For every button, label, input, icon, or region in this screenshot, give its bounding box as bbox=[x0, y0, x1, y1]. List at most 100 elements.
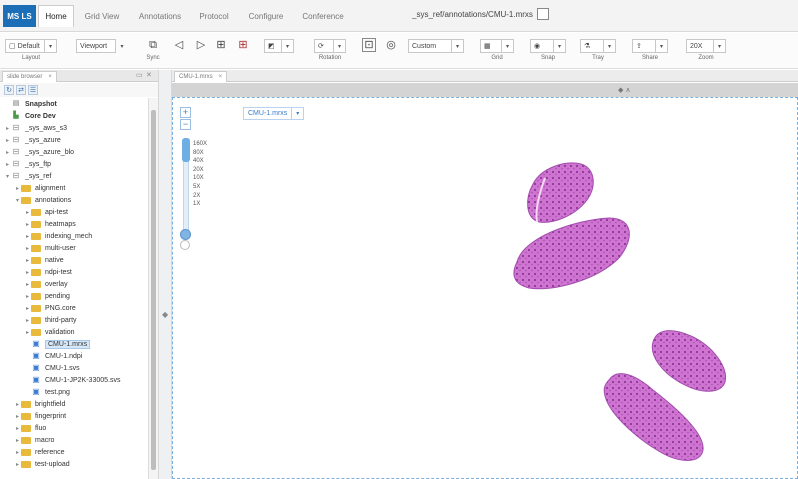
tree-item[interactable]: ▸ macro bbox=[0, 434, 148, 446]
grid-add-icon[interactable]: ⊞ bbox=[214, 38, 228, 52]
zoom-level-label[interactable]: 160X bbox=[193, 141, 207, 150]
tree-item[interactable]: ▸ ⊟ _sys_ftp bbox=[0, 158, 148, 170]
chevron-right-icon[interactable]: ▸ bbox=[14, 401, 21, 408]
tree-item[interactable]: ▸ heatmaps bbox=[0, 218, 148, 230]
panel-splitter[interactable]: ◆ bbox=[158, 70, 172, 479]
title-checkbox[interactable] bbox=[537, 8, 549, 20]
zoom-dropdown[interactable]: ▾ bbox=[714, 39, 726, 53]
tree-item[interactable]: ▸ fluo bbox=[0, 422, 148, 434]
tree-item[interactable]: ▤ Snapshot bbox=[0, 98, 148, 110]
zoom-level-label[interactable]: 40X bbox=[193, 158, 207, 167]
custom-select[interactable]: Custom bbox=[408, 39, 452, 53]
chevron-right-icon[interactable]: ▸ bbox=[24, 281, 31, 288]
tree-item[interactable]: ▸ validation bbox=[0, 326, 148, 338]
share-dropdown[interactable]: ▾ bbox=[656, 39, 668, 53]
slide-browser-tab[interactable]: slide browser × bbox=[2, 71, 57, 82]
chevron-right-icon[interactable]: ▸ bbox=[14, 461, 21, 468]
chevron-right-icon[interactable]: ▸ bbox=[4, 125, 11, 132]
zoom-level-label[interactable]: 10X bbox=[193, 175, 207, 184]
tree-item[interactable]: ▣ CMU-1-JP2K-33005.svs bbox=[0, 374, 148, 386]
layout-dropdown[interactable]: ▾ bbox=[45, 39, 57, 53]
layout-select[interactable]: ▢ Default bbox=[5, 39, 45, 53]
zoom-in-button[interactable]: + bbox=[180, 107, 191, 118]
slide-viewport[interactable]: CMU-1.mrxs ▾ + − 160X 80X 40X 20X 10X 5X… bbox=[172, 97, 798, 479]
tree-item[interactable]: ▸ native bbox=[0, 254, 148, 266]
menu-grid-view[interactable]: Grid View bbox=[80, 5, 124, 27]
tree-item[interactable]: ▸ pending bbox=[0, 290, 148, 302]
view-toggle-icon[interactable]: ☰ bbox=[28, 85, 38, 95]
menu-conference[interactable]: Conference bbox=[298, 5, 348, 27]
chevron-right-icon[interactable]: ▸ bbox=[14, 413, 21, 420]
chevron-right-icon[interactable]: ▸ bbox=[24, 209, 31, 216]
contrast-button[interactable]: ◩ bbox=[264, 39, 282, 53]
chevron-right-icon[interactable]: ▸ bbox=[24, 269, 31, 276]
menu-protocol[interactable]: Protocol bbox=[194, 5, 234, 27]
snap-button[interactable]: ◉ bbox=[530, 39, 554, 53]
zoom-level-label[interactable]: 80X bbox=[193, 150, 207, 159]
next-icon[interactable]: ▷ bbox=[194, 38, 208, 52]
chevron-right-icon[interactable]: ▸ bbox=[24, 233, 31, 240]
menu-annotations[interactable]: Annotations bbox=[134, 5, 186, 27]
menu-home[interactable]: Home bbox=[38, 5, 74, 27]
tree-item[interactable]: ▸ multi-user bbox=[0, 242, 148, 254]
menu-configure[interactable]: Configure bbox=[244, 5, 288, 27]
zoom-slider-handle[interactable] bbox=[180, 229, 191, 240]
tree-item[interactable]: ▙ Core Dev bbox=[0, 110, 148, 122]
chevron-right-icon[interactable]: ▸ bbox=[24, 293, 31, 300]
tree-scroll-thumb[interactable] bbox=[151, 110, 156, 470]
screenshot-icon[interactable]: ⊡ bbox=[362, 38, 376, 52]
tree-item[interactable]: ▸ indexing_mech bbox=[0, 230, 148, 242]
link-icon[interactable]: ⇄ bbox=[16, 85, 26, 95]
chevron-right-icon[interactable]: ▸ bbox=[24, 317, 31, 324]
tree-item[interactable]: ▣ CMU-1.svs bbox=[0, 362, 148, 374]
chevron-right-icon[interactable]: ▸ bbox=[24, 245, 31, 252]
chevron-right-icon[interactable]: ▸ bbox=[24, 305, 31, 312]
viewer-tab[interactable]: CMU-1.mrxs × bbox=[174, 71, 228, 82]
viewport-select[interactable]: Viewport bbox=[76, 39, 116, 53]
panel-close-icon[interactable]: ✕ bbox=[146, 71, 152, 79]
tree-item[interactable]: ▾ ⊟ _sys_ref bbox=[0, 170, 148, 182]
tray-dropdown[interactable]: ▾ bbox=[604, 39, 616, 53]
zoom-level-label[interactable]: 2X bbox=[193, 193, 207, 202]
viewport-dropdown[interactable]: ▾ bbox=[116, 39, 128, 53]
chevron-down-icon[interactable]: ▾ bbox=[291, 108, 303, 119]
tree-item[interactable]: ▸ api-test bbox=[0, 206, 148, 218]
tray-button[interactable]: ⚗ bbox=[580, 39, 604, 53]
chevron-right-icon[interactable]: ▸ bbox=[14, 425, 21, 432]
binoculars-icon[interactable]: ◎ bbox=[384, 38, 398, 52]
tree-item[interactable]: ▸ reference bbox=[0, 446, 148, 458]
zoom-slider-home[interactable] bbox=[180, 240, 190, 250]
chevron-down-icon[interactable]: ▾ bbox=[14, 197, 21, 204]
chevron-right-icon[interactable]: ▸ bbox=[24, 329, 31, 336]
chevron-right-icon[interactable]: ▸ bbox=[14, 185, 21, 192]
collapse-icon[interactable]: ◆ ∧ bbox=[618, 86, 630, 94]
tree-item[interactable]: ▣ CMU-1.mrxs bbox=[0, 338, 148, 350]
tree-item[interactable]: ▸ overlay bbox=[0, 278, 148, 290]
tree-scrollbar[interactable] bbox=[148, 98, 158, 479]
grid-button[interactable]: ▦ bbox=[480, 39, 502, 53]
tree-item[interactable]: ▸ ⊟ _sys_aws_s3 bbox=[0, 122, 148, 134]
chevron-right-icon[interactable]: ▸ bbox=[4, 161, 11, 168]
chevron-right-icon[interactable]: ▸ bbox=[14, 449, 21, 456]
tree-item[interactable]: ▸ third-party bbox=[0, 314, 148, 326]
zoom-level-label[interactable]: 20X bbox=[193, 167, 207, 176]
zoom-select[interactable]: 20X bbox=[686, 39, 714, 53]
chevron-right-icon[interactable]: ▸ bbox=[24, 221, 31, 228]
contrast-dropdown[interactable]: ▾ bbox=[282, 39, 294, 53]
tree-item[interactable]: ▣ test.png bbox=[0, 386, 148, 398]
tree-item[interactable]: ▣ CMU-1.ndpi bbox=[0, 350, 148, 362]
chevron-right-icon[interactable]: ▸ bbox=[14, 437, 21, 444]
grid-remove-icon[interactable]: ⊞ bbox=[236, 38, 250, 52]
tree-item[interactable]: ▸ brightfield bbox=[0, 398, 148, 410]
grid-dropdown[interactable]: ▾ bbox=[502, 39, 514, 53]
tree-item[interactable]: ▸ ⊟ _sys_azure bbox=[0, 134, 148, 146]
tree-item[interactable]: ▸ PNG.core bbox=[0, 302, 148, 314]
close-icon[interactable]: × bbox=[48, 74, 52, 80]
slide-select[interactable]: CMU-1.mrxs ▾ bbox=[243, 107, 305, 120]
zoom-level-label[interactable]: 5X bbox=[193, 184, 207, 193]
chevron-right-icon[interactable]: ▸ bbox=[4, 149, 11, 156]
tree-item[interactable]: ▸ fingerprint bbox=[0, 410, 148, 422]
chevron-down-icon[interactable]: ▾ bbox=[4, 173, 11, 180]
snap-dropdown[interactable]: ▾ bbox=[554, 39, 566, 53]
close-icon[interactable]: × bbox=[219, 74, 223, 80]
